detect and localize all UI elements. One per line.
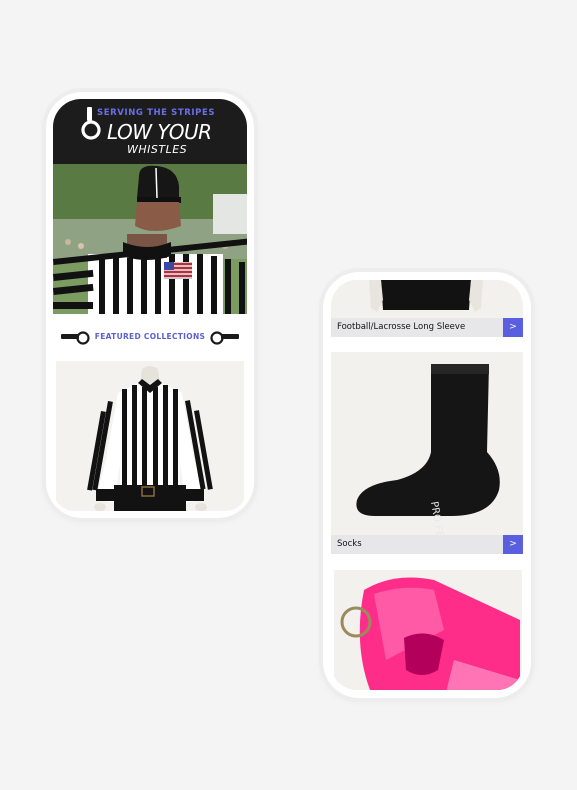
pink-whistle-product-image[interactable] xyxy=(334,570,522,690)
phone-mockup-products: Football/Lacrosse Long Sleeve > PRO FEET… xyxy=(323,272,531,698)
product-row-long-sleeve[interactable]: Football/Lacrosse Long Sleeve > xyxy=(331,318,523,337)
product-name[interactable]: Football/Lacrosse Long Sleeve xyxy=(337,322,465,332)
shirt-product-image-cropped[interactable] xyxy=(331,280,523,318)
site-header: SERVING THE STRIPES LOW YOUR WHISTLES xyxy=(53,99,247,164)
brand-tagline: SERVING THE STRIPES xyxy=(97,108,216,118)
socks-product-image[interactable]: PRO FEET xyxy=(331,352,523,535)
whistle-icon xyxy=(210,331,239,345)
product-row-socks[interactable]: Socks > xyxy=(331,535,523,554)
view-product-button[interactable]: > xyxy=(503,318,523,337)
brand-logo-subtext: WHISTLES xyxy=(127,143,188,156)
home-screen: SERVING THE STRIPES LOW YOUR WHISTLES FE… xyxy=(53,99,247,511)
hero-referee-image[interactable] xyxy=(53,164,247,314)
product-name[interactable]: Socks xyxy=(337,539,362,549)
brand-logo-text[interactable]: LOW YOUR xyxy=(107,120,212,144)
view-product-button[interactable]: > xyxy=(503,535,523,554)
referee-shirt-product-image[interactable] xyxy=(56,361,244,511)
products-screen: Football/Lacrosse Long Sleeve > PRO FEET… xyxy=(331,280,523,690)
phone-mockup-home: SERVING THE STRIPES LOW YOUR WHISTLES FE… xyxy=(46,92,254,518)
featured-collections-banner: FEATURED COLLECTIONS xyxy=(53,317,247,359)
